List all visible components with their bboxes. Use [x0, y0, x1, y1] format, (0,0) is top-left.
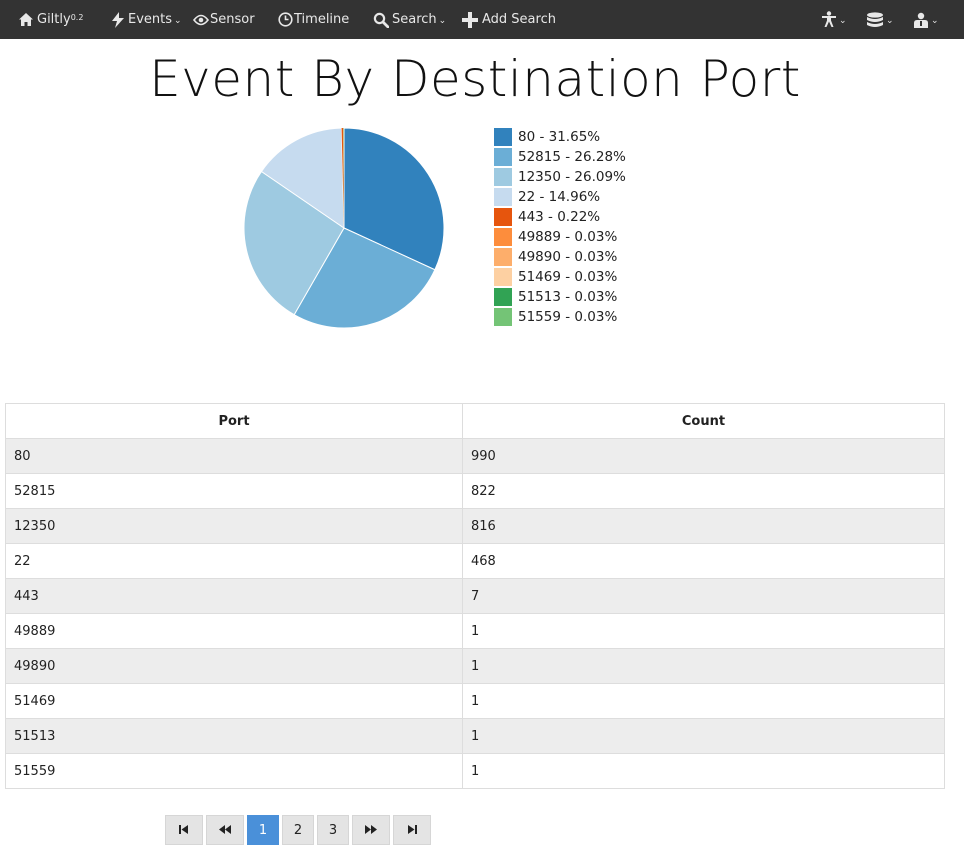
count-cell: 1 [462, 753, 945, 789]
chart-legend: 80 - 31.65% 52815 - 26.28% 12350 - 26.09% 2… [494, 127, 626, 327]
legend-label: 52815 - 26.28% [518, 149, 626, 165]
table-row: 51513 1 [5, 718, 945, 754]
table-row: 52815 822 [5, 473, 945, 509]
pagination: 1 2 3 [165, 815, 434, 845]
legend-swatch [494, 168, 512, 186]
count-cell: 816 [462, 508, 945, 544]
legend-label: 22 - 14.96% [518, 189, 601, 205]
last-page-button[interactable] [393, 815, 431, 845]
port-cell: 80 [5, 438, 463, 474]
port-cell: 52815 [5, 473, 463, 509]
legend-item-49890[interactable]: 49890 - 0.03% [494, 247, 626, 267]
legend-item-51559[interactable]: 51559 - 0.03% [494, 307, 626, 327]
previous-page-button[interactable] [206, 815, 244, 845]
legend-item-51469[interactable]: 51469 - 0.03% [494, 267, 626, 287]
legend-swatch [494, 148, 512, 166]
table-row: 22 468 [5, 543, 945, 579]
count-cell: 1 [462, 718, 945, 754]
column-header-count[interactable]: Count [462, 403, 945, 439]
legend-item-22[interactable]: 22 - 14.96% [494, 187, 626, 207]
table-row: 51469 1 [5, 683, 945, 719]
page-button-3[interactable]: 3 [317, 815, 349, 845]
legend-swatch [494, 288, 512, 306]
legend-label: 51469 - 0.03% [518, 269, 618, 285]
legend-swatch [494, 268, 512, 286]
legend-label: 49889 - 0.03% [518, 229, 618, 245]
count-cell: 468 [462, 543, 945, 579]
page-button-1[interactable]: 1 [247, 815, 279, 845]
first-page-icon [179, 823, 189, 838]
next-page-icon [365, 823, 377, 838]
page-button-2[interactable]: 2 [282, 815, 314, 845]
legend-label: 80 - 31.65% [518, 129, 601, 145]
legend-label: 51559 - 0.03% [518, 309, 618, 325]
table-row: 443 7 [5, 578, 945, 614]
legend-item-49889[interactable]: 49889 - 0.03% [494, 227, 626, 247]
table-row: 51559 1 [5, 753, 945, 789]
table-row: 49889 1 [5, 613, 945, 649]
legend-label: 443 - 0.22% [518, 209, 601, 225]
legend-label: 49890 - 0.03% [518, 249, 618, 265]
legend-item-51513[interactable]: 51513 - 0.03% [494, 287, 626, 307]
count-cell: 1 [462, 613, 945, 649]
port-cell: 12350 [5, 508, 463, 544]
last-page-icon [407, 823, 417, 838]
legend-swatch [494, 208, 512, 226]
port-cell: 51513 [5, 718, 463, 754]
legend-item-12350[interactable]: 12350 - 26.09% [494, 167, 626, 187]
table-row: 80 990 [5, 438, 945, 474]
table-header-row: Port Count [5, 403, 945, 439]
port-cell: 49890 [5, 648, 463, 684]
port-cell: 49889 [5, 613, 463, 649]
legend-swatch [494, 248, 512, 266]
port-cell: 51559 [5, 753, 463, 789]
count-cell: 1 [462, 683, 945, 719]
table-row: 12350 816 [5, 508, 945, 544]
legend-item-52815[interactable]: 52815 - 26.28% [494, 147, 626, 167]
count-cell: 7 [462, 578, 945, 614]
next-page-button[interactable] [352, 815, 390, 845]
legend-swatch [494, 128, 512, 146]
legend-label: 12350 - 26.09% [518, 169, 626, 185]
legend-label: 51513 - 0.03% [518, 289, 618, 305]
pie-chart [243, 127, 445, 329]
count-cell: 822 [462, 473, 945, 509]
first-page-button[interactable] [165, 815, 203, 845]
legend-item-80[interactable]: 80 - 31.65% [494, 127, 626, 147]
count-cell: 990 [462, 438, 945, 474]
legend-swatch [494, 308, 512, 326]
port-cell: 51469 [5, 683, 463, 719]
legend-swatch [494, 188, 512, 206]
previous-page-icon [219, 823, 231, 838]
port-count-table: Port Count 80 990 52815 822 12350 816 22 468… [5, 403, 945, 789]
port-cell: 22 [5, 543, 463, 579]
table-row: 49890 1 [5, 648, 945, 684]
legend-swatch [494, 228, 512, 246]
count-cell: 1 [462, 648, 945, 684]
legend-item-443[interactable]: 443 - 0.22% [494, 207, 626, 227]
column-header-port[interactable]: Port [5, 403, 463, 439]
port-cell: 443 [5, 578, 463, 614]
